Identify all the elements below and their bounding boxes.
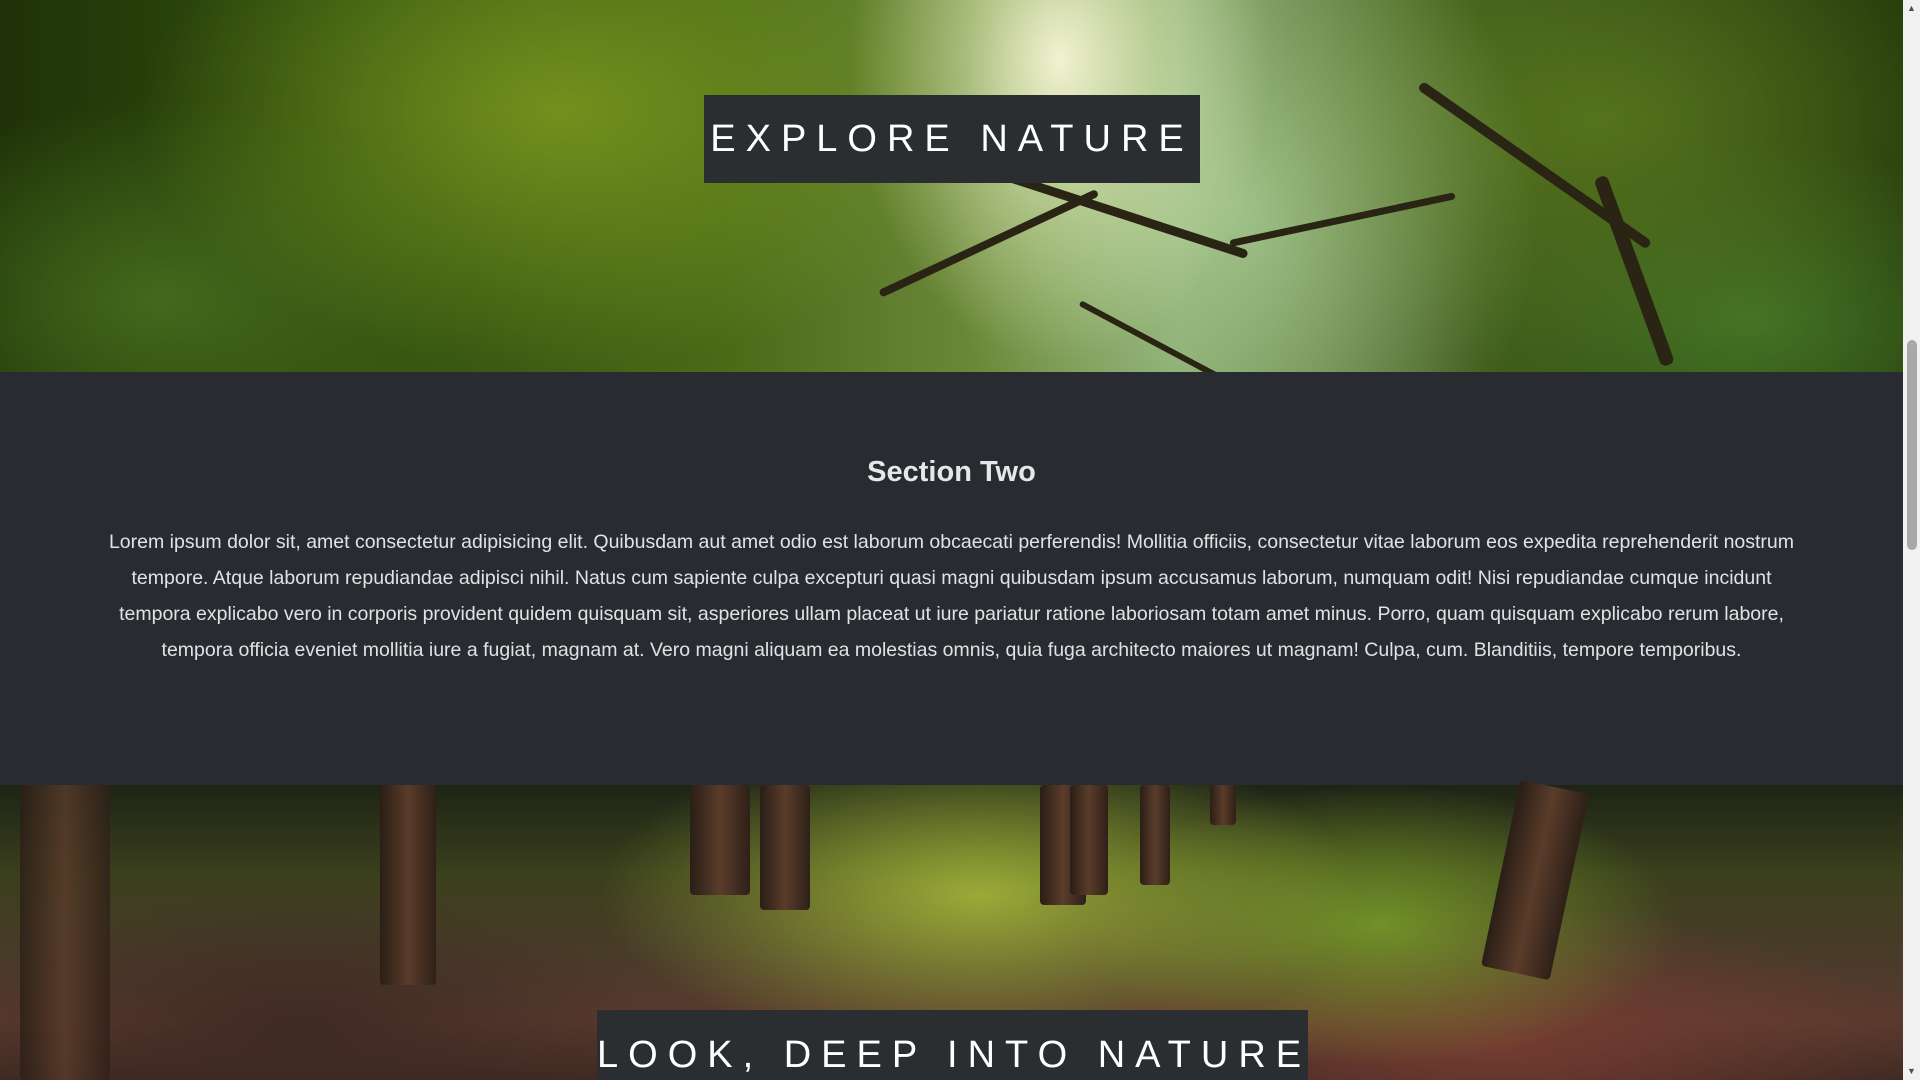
look-deep-into-nature-title: LOOK, DEEP INTO NATURE	[597, 1010, 1308, 1080]
section-two-heading: Section Two	[867, 456, 1036, 488]
section-two: Section Two Lorem ipsum dolor sit, amet …	[0, 372, 1903, 785]
explore-nature-title: EXPLORE NATURE	[704, 95, 1200, 183]
scroll-down-arrow-icon[interactable]: ▼	[1903, 1063, 1920, 1080]
scrollbar-thumb[interactable]	[1907, 340, 1917, 550]
scroll-up-arrow-icon[interactable]: ▲	[1903, 0, 1920, 17]
hero-forest-canopy-image: EXPLORE NATURE	[0, 0, 1903, 391]
page-scrollbar[interactable]: ▲ ▼	[1903, 0, 1920, 1080]
page-viewport: EXPLORE NATURE Section Two Lorem ipsum d…	[0, 0, 1903, 1080]
section-two-body-text: Lorem ipsum dolor sit, amet consectetur …	[108, 531, 1795, 661]
